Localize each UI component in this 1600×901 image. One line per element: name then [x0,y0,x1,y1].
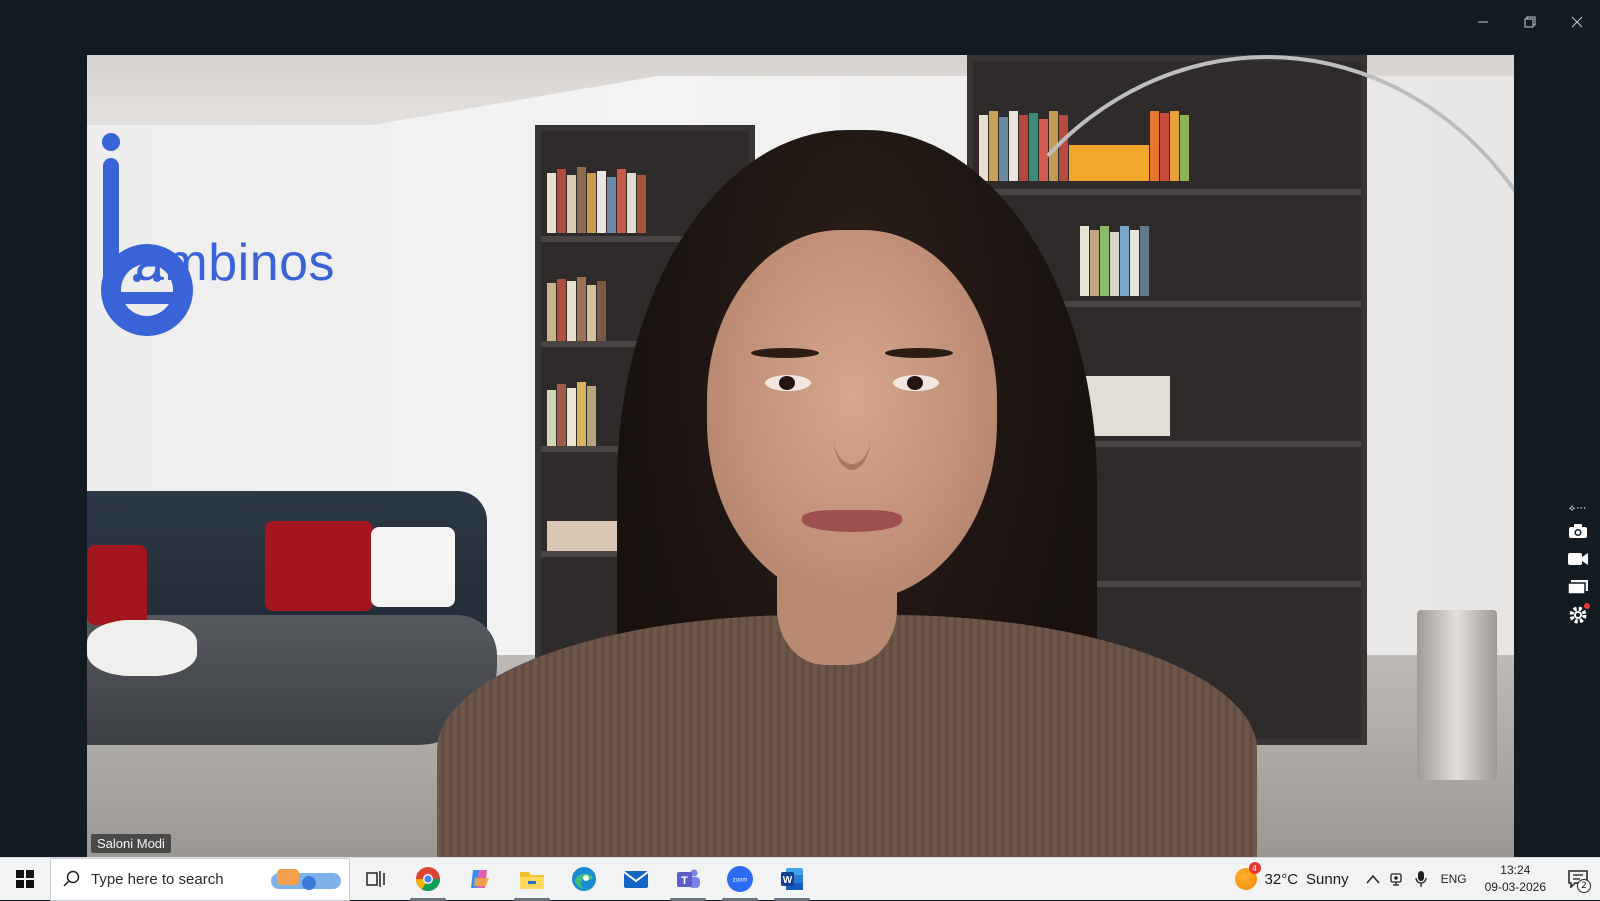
svg-text:W: W [783,875,793,886]
meet-now-button[interactable] [1385,858,1409,901]
windows-taskbar: Type here to search T zoom W 4 32°C Sunn… [0,857,1600,901]
sofa-pillow [87,545,147,625]
mail-icon [623,871,649,888]
weather-alert-count: 4 [1248,862,1261,874]
clock-time: 13:24 [1500,863,1531,877]
taskbar-app-teams[interactable]: T [662,858,714,901]
screen-share-icon[interactable] [1566,577,1590,597]
webcam-icon [1389,873,1402,886]
chrome-icon [416,867,440,892]
window-controls [1459,0,1600,44]
svg-text:zoom: zoom [733,878,748,884]
chevron-up-icon [1366,874,1380,884]
clock-date: 09-03-2026 [1484,880,1546,894]
restore-icon [1524,16,1535,28]
microphone-icon [1414,871,1427,887]
participant-name-tag: Saloni Modi [91,834,171,853]
show-hidden-icons-button[interactable] [1361,858,1385,901]
participant-video[interactable]: ambinos Saloni Modi [87,55,1514,857]
sofa-pillow [371,527,455,607]
sofa-pillow [87,620,197,676]
notification-count: 2 [1577,878,1591,893]
notification-center-button[interactable]: 2 [1556,858,1600,901]
logo-text: ambinos [135,234,336,292]
camera-icon[interactable] [1566,521,1590,541]
copilot-icon [471,870,489,888]
participant-face [707,230,997,600]
taskbar-app-mail[interactable] [610,858,662,901]
floor-lamp-base [1417,610,1497,780]
folder-icon [520,872,544,889]
participant-lips [802,510,902,532]
task-view-button[interactable] [350,858,402,901]
zoom-meeting-window: ambinos Saloni Modi ⟡⋯ [0,0,1600,857]
taskbar-app-chrome[interactable] [402,858,454,901]
taskbar-app-zoom[interactable]: zoom [714,858,766,901]
taskbar-search-box[interactable]: Type here to search [50,857,350,901]
zoom-icon: zoom [727,866,753,892]
minimize-button[interactable] [1459,0,1506,44]
close-button[interactable] [1553,0,1600,44]
svg-text:T: T [681,875,688,887]
restore-button[interactable] [1506,0,1553,44]
weather-temperature: 32°C [1264,870,1299,888]
system-tray: 4 32°C Sunny ENG 13:24 09-03-2026 2 [1223,858,1600,901]
windows-start-icon [16,870,34,888]
close-icon [1571,16,1582,28]
minimize-icon [1477,21,1488,23]
edge-icon [572,867,596,891]
taskbar-app-edge[interactable] [558,858,610,901]
microphone-button[interactable] [1409,858,1433,901]
system-clock[interactable]: 13:24 09-03-2026 [1475,862,1556,896]
weather-widget[interactable]: 4 32°C Sunny [1223,862,1361,890]
video-icon[interactable] [1566,549,1590,569]
taskbar-app-copilot[interactable] [454,858,506,901]
more-options-icon[interactable]: ⟡⋯ [1566,503,1590,514]
settings-alert-badge [1584,603,1590,609]
search-icon [63,870,80,887]
input-language-indicator[interactable]: ENG [1433,872,1475,886]
side-toolbar: ⟡⋯ [1562,503,1594,625]
settings-icon[interactable] [1566,603,1590,625]
taskbar-app-file-explorer[interactable] [506,858,558,901]
weather-condition: Sunny [1306,870,1349,888]
search-placeholder: Type here to search [91,870,224,888]
sofa-pillow [265,521,373,611]
task-view-icon [366,871,385,887]
start-button[interactable] [0,858,50,901]
taskbar-app-word[interactable]: W [766,858,818,901]
teams-icon: T [677,869,700,888]
search-highlight-illustration [271,868,341,890]
sun-icon: 4 [1234,862,1261,890]
word-icon: W [781,868,803,890]
